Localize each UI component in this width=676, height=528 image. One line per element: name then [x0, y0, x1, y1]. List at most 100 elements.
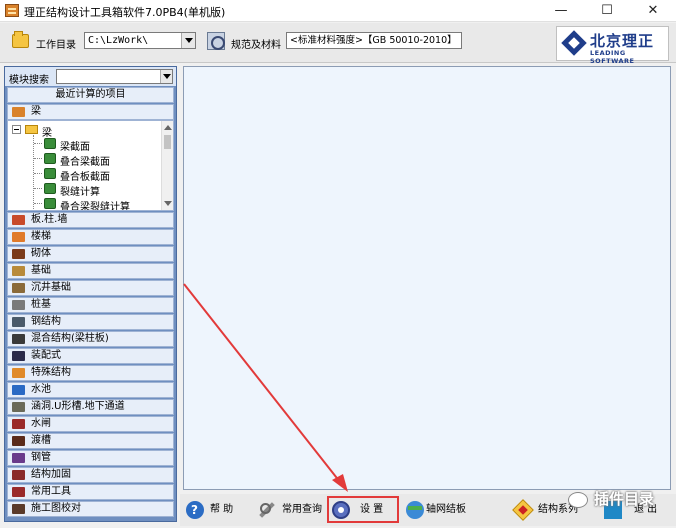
pool-icon	[12, 385, 25, 395]
category-row[interactable]: 板.柱.墙	[7, 212, 174, 228]
category-label: 钢结构	[31, 316, 61, 327]
tree-item[interactable]: 裂缝计算	[60, 183, 100, 198]
chevron-down-icon[interactable]	[160, 70, 172, 83]
category-row[interactable]: 钢结构	[7, 314, 174, 330]
category-row[interactable]: 沉井基础	[7, 280, 174, 296]
steel-pipe-icon	[12, 453, 25, 463]
module-search-input[interactable]	[56, 69, 173, 84]
top-toolbar: 工作目录 C:\LzWork\ 规范及材料 <标准材料强度>【GB 50010-…	[0, 23, 676, 65]
tree-connector	[34, 143, 42, 144]
steel-icon	[12, 317, 25, 327]
spec-icon[interactable]	[207, 32, 225, 50]
query-label: 常用查询	[282, 504, 322, 515]
scroll-up-icon[interactable]	[164, 125, 172, 130]
help-icon	[186, 498, 204, 522]
main-workspace[interactable]	[183, 66, 671, 490]
category-row[interactable]: 水池	[7, 382, 174, 398]
tree-connector	[34, 188, 42, 189]
culvert-icon	[12, 402, 25, 412]
category-row[interactable]: 施工图校对	[7, 501, 174, 517]
beam-icon	[12, 107, 25, 117]
category-label: 特殊结构	[31, 367, 71, 378]
category-row[interactable]: 楼梯	[7, 229, 174, 245]
workdir-value: C:\LzWork\	[88, 35, 149, 46]
category-label: 沉井基础	[31, 282, 71, 293]
category-row[interactable]: 涵洞.U形槽.地下通道	[7, 399, 174, 415]
logo-text-cn: 北京理正	[590, 32, 655, 50]
category-label: 桩基	[31, 299, 51, 310]
structure-icon	[512, 499, 534, 521]
category-row[interactable]: 基础	[7, 263, 174, 279]
caisson-icon	[12, 283, 25, 293]
tree-item[interactable]: 梁截面	[60, 138, 90, 153]
category-label: 基础	[31, 265, 51, 276]
foundation-icon	[12, 266, 25, 276]
workdir-select[interactable]: C:\LzWork\	[84, 32, 196, 49]
category-label: 渡槽	[31, 435, 51, 446]
tree-item[interactable]: 叠合梁裂缝计算	[60, 198, 130, 210]
grid-board-button[interactable]: 轴网结板	[406, 498, 476, 522]
reinforcement-icon	[12, 470, 25, 480]
category-row[interactable]: 砌体	[7, 246, 174, 262]
category-row[interactable]: 装配式	[7, 348, 174, 364]
folder-icon[interactable]	[12, 31, 29, 48]
tree-scrollbar[interactable]	[161, 121, 173, 210]
recent-projects-row[interactable]: 最近计算的项目	[7, 87, 174, 103]
recent-projects-label: 最近计算的项目	[55, 89, 126, 100]
category-row[interactable]: 常用工具	[7, 484, 174, 500]
scroll-thumb[interactable]	[164, 135, 171, 149]
drawing-check-icon	[12, 504, 25, 514]
category-label: 钢管	[31, 452, 51, 463]
category-beam[interactable]: 梁	[7, 104, 174, 120]
category-beam-label: 梁	[31, 106, 41, 117]
close-button[interactable]: ✕	[630, 0, 676, 22]
tree-collapse-icon[interactable]	[12, 125, 21, 134]
query-button[interactable]: 常用查询	[258, 498, 326, 522]
aqueduct-icon	[12, 436, 25, 446]
module-icon	[44, 168, 56, 179]
spec-field[interactable]: <标准材料强度>【GB 50010-2010】	[286, 32, 462, 49]
pile-icon	[12, 300, 25, 310]
category-label: 砌体	[31, 248, 51, 259]
prefab-icon	[12, 351, 25, 361]
logo-mark-icon	[561, 30, 587, 56]
category-row[interactable]: 钢管	[7, 450, 174, 466]
tree-root[interactable]: 梁	[42, 124, 52, 139]
spec-label[interactable]: 规范及材料	[231, 36, 281, 51]
chevron-down-icon[interactable]	[181, 33, 195, 48]
module-panel: 模块搜索 最近计算的项目 梁 梁 梁截面 叠合梁截面 叠合板截面 裂缝计算 叠合…	[4, 66, 177, 522]
globe-icon	[406, 501, 424, 519]
module-icon	[44, 153, 56, 164]
category-row[interactable]: 水闸	[7, 416, 174, 432]
module-icon	[44, 198, 56, 209]
category-row[interactable]: 混合结构(梁柱板)	[7, 331, 174, 347]
category-row[interactable]: 结构加固	[7, 467, 174, 483]
category-row[interactable]: 特殊结构	[7, 365, 174, 381]
module-search-label: 模块搜索	[9, 75, 49, 86]
tree-connector	[34, 203, 42, 204]
title-bar: 理正结构设计工具箱软件7.0PB4(单机版) — ☐ ✕	[0, 0, 676, 22]
module-icon	[44, 138, 56, 149]
wrench-icon	[258, 501, 276, 519]
help-button[interactable]: 帮 助	[186, 498, 246, 522]
tree-item[interactable]: 叠合板截面	[60, 168, 110, 183]
special-structure-icon	[12, 368, 25, 378]
module-icon	[44, 183, 56, 194]
minimize-button[interactable]: —	[538, 0, 584, 22]
scroll-down-icon[interactable]	[164, 201, 172, 206]
category-row[interactable]: 桩基	[7, 297, 174, 313]
stairs-icon	[12, 232, 25, 242]
tree-item[interactable]: 叠合梁截面	[60, 153, 110, 168]
category-label: 混合结构(梁柱板)	[31, 333, 109, 344]
sluice-icon	[12, 419, 25, 429]
logo-text-en: LEADING SOFTWARE	[590, 49, 635, 65]
mixed-structure-icon	[12, 334, 25, 344]
category-label: 水池	[31, 384, 51, 395]
tree-connector	[34, 158, 42, 159]
wall-icon	[12, 215, 25, 225]
category-row[interactable]: 渡槽	[7, 433, 174, 449]
maximize-button[interactable]: ☐	[584, 0, 630, 22]
watermark-text: 插件目录	[594, 490, 655, 508]
company-logo: 北京理正 LEADING SOFTWARE	[556, 26, 669, 65]
workdir-label: 工作目录	[36, 40, 76, 51]
